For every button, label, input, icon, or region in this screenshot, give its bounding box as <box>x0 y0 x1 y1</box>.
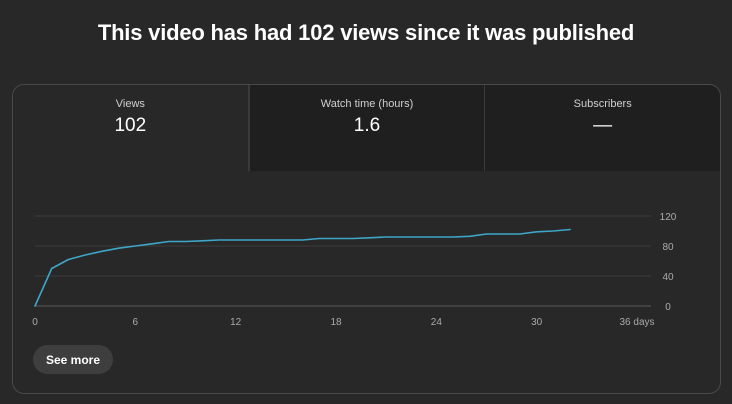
x-tick-label: 12 <box>230 317 242 328</box>
tab-views-label: Views <box>115 98 145 110</box>
views-line-chart: 0 40 80 120 0 6 12 18 24 30 36 days <box>32 212 677 328</box>
views-chart: 0 40 80 120 0 6 12 18 24 30 36 days <box>13 205 720 330</box>
page-title: This video has had 102 views since it wa… <box>97 20 635 45</box>
see-more-button[interactable]: See more <box>33 345 114 374</box>
y-tick-label: 0 <box>665 302 671 313</box>
tab-views[interactable]: Views 102 <box>13 85 249 171</box>
tab-watch-time-value: 1.6 <box>353 115 381 136</box>
tab-views-value: 102 <box>114 115 147 136</box>
tab-watch-time[interactable]: Watch time (hours) 1.6 <box>248 85 485 171</box>
tab-watch-time-label: Watch time (hours) <box>320 98 414 110</box>
x-tick-label: 30 <box>531 317 543 328</box>
tab-subscribers-value: — <box>593 115 613 136</box>
tab-subscribers[interactable]: Subscribers — <box>484 85 720 171</box>
y-tick-label: 120 <box>660 212 677 223</box>
y-tick-label: 80 <box>662 242 674 253</box>
x-tick-label: 18 <box>330 317 342 328</box>
y-tick-label: 40 <box>662 272 674 283</box>
metric-tabs: Views 102 Watch time (hours) 1.6 Subscri… <box>13 85 720 171</box>
views-series-line <box>34 228 571 307</box>
x-tick-label-days: 36 days <box>619 317 654 328</box>
tab-subscribers-label: Subscribers <box>573 98 632 110</box>
x-tick-label: 24 <box>431 317 443 328</box>
analytics-card: Views 102 Watch time (hours) 1.6 Subscri… <box>12 84 721 394</box>
x-tick-label: 6 <box>133 317 139 328</box>
x-tick-label: 0 <box>32 317 38 328</box>
analytics-page: This video has had 102 views since it wa… <box>0 0 732 404</box>
